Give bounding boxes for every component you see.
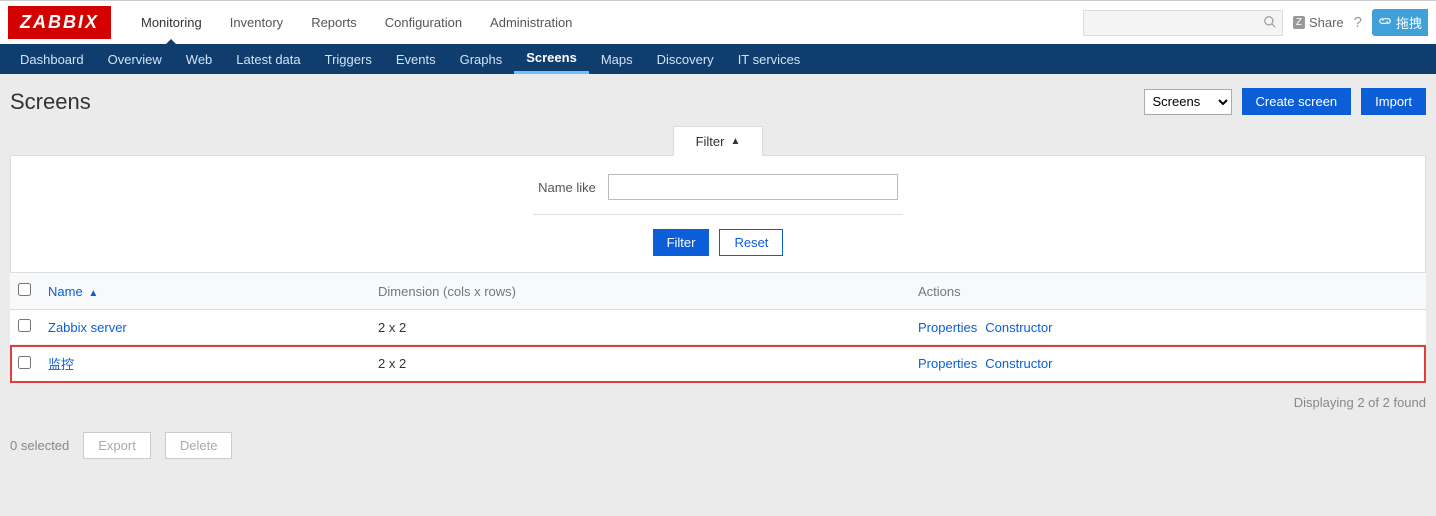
z-badge-icon: Z (1293, 16, 1305, 29)
constructor-link[interactable]: Constructor (985, 356, 1052, 371)
topnav: MonitoringInventoryReportsConfigurationA… (127, 1, 1083, 45)
screens-table: Name ▲ Dimension (cols x rows) Actions Z… (10, 273, 1426, 383)
global-search (1083, 10, 1283, 36)
search-icon[interactable] (1263, 15, 1277, 32)
page-title: Screens (10, 89, 1144, 115)
subnav-item-latest-data[interactable]: Latest data (224, 44, 312, 74)
action-cell: Properties Constructor (918, 356, 1418, 371)
subnav: DashboardOverviewWebLatest dataTriggersE… (0, 44, 1436, 74)
subnav-item-discovery[interactable]: Discovery (645, 44, 726, 74)
name-like-label: Name like (538, 180, 596, 195)
page-actions: Screens Create screen Import (1144, 88, 1427, 115)
col-name[interactable]: Name ▲ (40, 273, 370, 310)
col-dimension: Dimension (cols x rows) (370, 273, 910, 310)
properties-link[interactable]: Properties (918, 356, 977, 371)
page-header: Screens Screens Create screen Import (0, 74, 1436, 125)
topnav-item-administration[interactable]: Administration (476, 1, 586, 45)
screen-name-link[interactable]: Zabbix server (48, 320, 127, 335)
table-row: 监控 2 x 2 Properties Constructor (10, 345, 1426, 383)
reset-button[interactable]: Reset (719, 229, 783, 256)
col-actions: Actions (910, 273, 1426, 310)
logo: ZABBIX (8, 6, 111, 39)
kind-select[interactable]: Screens (1144, 89, 1232, 115)
sort-asc-icon: ▲ (88, 288, 98, 299)
screen-name-link[interactable]: 监控 (48, 357, 74, 372)
result-count: Displaying 2 of 2 found (0, 383, 1436, 422)
subnav-item-web[interactable]: Web (174, 44, 225, 74)
import-button[interactable]: Import (1361, 88, 1426, 115)
topnav-item-reports[interactable]: Reports (297, 1, 371, 45)
filter-toggle[interactable]: Filter ▲ (673, 126, 763, 156)
col-name-label: Name (48, 284, 83, 299)
filter: Filter ▲ Name like Filter Reset (10, 125, 1426, 273)
export-button[interactable]: Export (83, 432, 151, 459)
search-input[interactable] (1083, 10, 1283, 36)
action-cell: Properties Constructor (918, 320, 1418, 335)
top-tools: Z Share ? 拖拽 (1083, 9, 1436, 36)
select-all-checkbox[interactable] (18, 283, 31, 296)
table-row: Zabbix server 2 x 2 Properties Constructor (10, 310, 1426, 345)
subnav-item-triggers[interactable]: Triggers (313, 44, 384, 74)
topnav-item-monitoring[interactable]: Monitoring (127, 1, 216, 45)
subnav-item-dashboard[interactable]: Dashboard (8, 44, 96, 74)
row-checkbox[interactable] (18, 356, 31, 369)
row-checkbox[interactable] (18, 319, 31, 332)
subnav-item-overview[interactable]: Overview (96, 44, 174, 74)
constructor-link[interactable]: Constructor (985, 320, 1052, 335)
properties-link[interactable]: Properties (918, 320, 977, 335)
select-all-cell (10, 273, 40, 310)
delete-button[interactable]: Delete (165, 432, 233, 459)
dimension-cell: 2 x 2 (370, 345, 910, 383)
subnav-item-it-services[interactable]: IT services (726, 44, 813, 74)
filter-buttons: Filter Reset (11, 229, 1425, 256)
name-like-input[interactable] (608, 174, 898, 200)
extension-button[interactable]: 拖拽 (1372, 9, 1428, 36)
bulk-actions: 0 selected Export Delete (0, 422, 1436, 469)
filter-button[interactable]: Filter (653, 229, 710, 256)
share-label: Share (1309, 15, 1344, 30)
ext-label: 拖拽 (1396, 13, 1422, 32)
subnav-item-maps[interactable]: Maps (589, 44, 645, 74)
create-screen-button[interactable]: Create screen (1242, 88, 1352, 115)
filter-row: Name like (538, 174, 898, 200)
subnav-item-graphs[interactable]: Graphs (448, 44, 515, 74)
filter-body: Name like Filter Reset (10, 155, 1426, 273)
dimension-cell: 2 x 2 (370, 310, 910, 345)
topnav-item-configuration[interactable]: Configuration (371, 1, 476, 45)
share-link[interactable]: Z Share (1293, 15, 1344, 30)
filter-tab-label: Filter (696, 134, 725, 149)
chevron-up-icon: ▲ (730, 136, 740, 147)
subnav-item-screens[interactable]: Screens (514, 44, 589, 74)
help-icon[interactable]: ? (1354, 14, 1362, 31)
topbar: ZABBIX MonitoringInventoryReportsConfigu… (0, 0, 1436, 44)
topnav-item-inventory[interactable]: Inventory (216, 1, 297, 45)
divider (533, 214, 903, 215)
selected-count: 0 selected (10, 438, 69, 453)
link-icon (1378, 14, 1392, 31)
subnav-item-events[interactable]: Events (384, 44, 448, 74)
